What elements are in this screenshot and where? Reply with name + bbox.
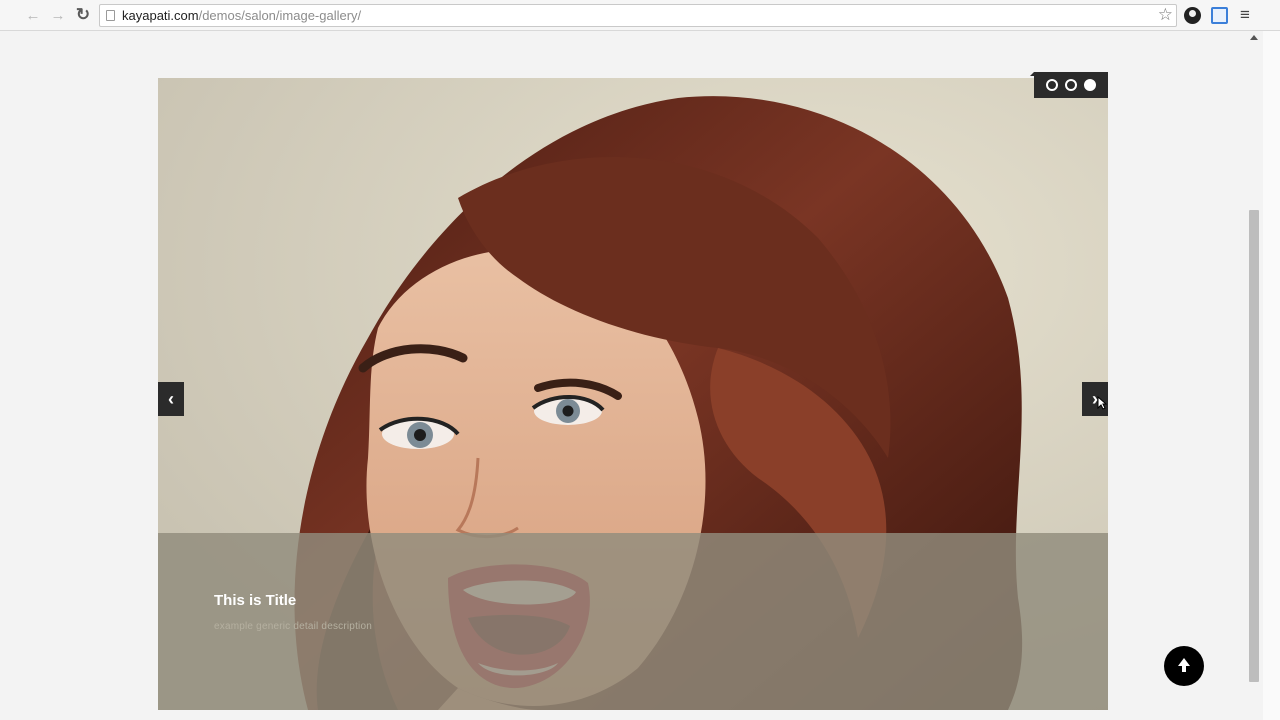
pagination-dot-2[interactable]	[1065, 79, 1077, 91]
bookmark-star-icon[interactable]: ☆	[1158, 5, 1173, 25]
mouse-pointer-icon	[1097, 396, 1107, 410]
image-gallery-slider[interactable]: This is Title example generic detail des…	[158, 78, 1108, 710]
reload-icon[interactable]: ↻	[72, 5, 94, 25]
page-scrollbar[interactable]	[1246, 31, 1262, 720]
slide-description: example generic detail description	[214, 621, 372, 632]
back-arrow-icon[interactable]: ←	[22, 5, 44, 25]
prev-slide-button[interactable]: ‹	[158, 382, 184, 416]
pagination-dot-1[interactable]	[1046, 79, 1058, 91]
scroll-up-arrow-icon[interactable]	[1250, 35, 1258, 40]
chevron-left-icon: ‹	[168, 388, 174, 409]
back-to-top-button[interactable]	[1164, 646, 1204, 686]
address-bar[interactable]: kayapati.com/demos/salon/image-gallery/ …	[99, 4, 1177, 27]
extension-icon[interactable]	[1184, 7, 1201, 24]
pagination-dot-3-active[interactable]	[1084, 79, 1096, 91]
forward-arrow-icon[interactable]: →	[47, 5, 69, 25]
url-text[interactable]: kayapati.com/demos/salon/image-gallery/	[122, 8, 361, 23]
cast-extension-icon[interactable]	[1211, 7, 1228, 24]
browser-toolbar: ← → ↻ kayapati.com/demos/salon/image-gal…	[0, 0, 1280, 31]
url-path: /demos/salon/image-gallery/	[198, 8, 362, 23]
page-edge	[1263, 31, 1280, 720]
hamburger-menu-icon[interactable]: ≡	[1240, 5, 1250, 25]
slide-pagination	[1030, 72, 1108, 98]
url-host: kayapati.com	[122, 8, 199, 23]
scroll-thumb[interactable]	[1249, 210, 1259, 682]
slide-caption: This is Title example generic detail des…	[158, 533, 1108, 710]
slide-title: This is Title	[214, 592, 297, 609]
page-icon	[106, 10, 115, 21]
